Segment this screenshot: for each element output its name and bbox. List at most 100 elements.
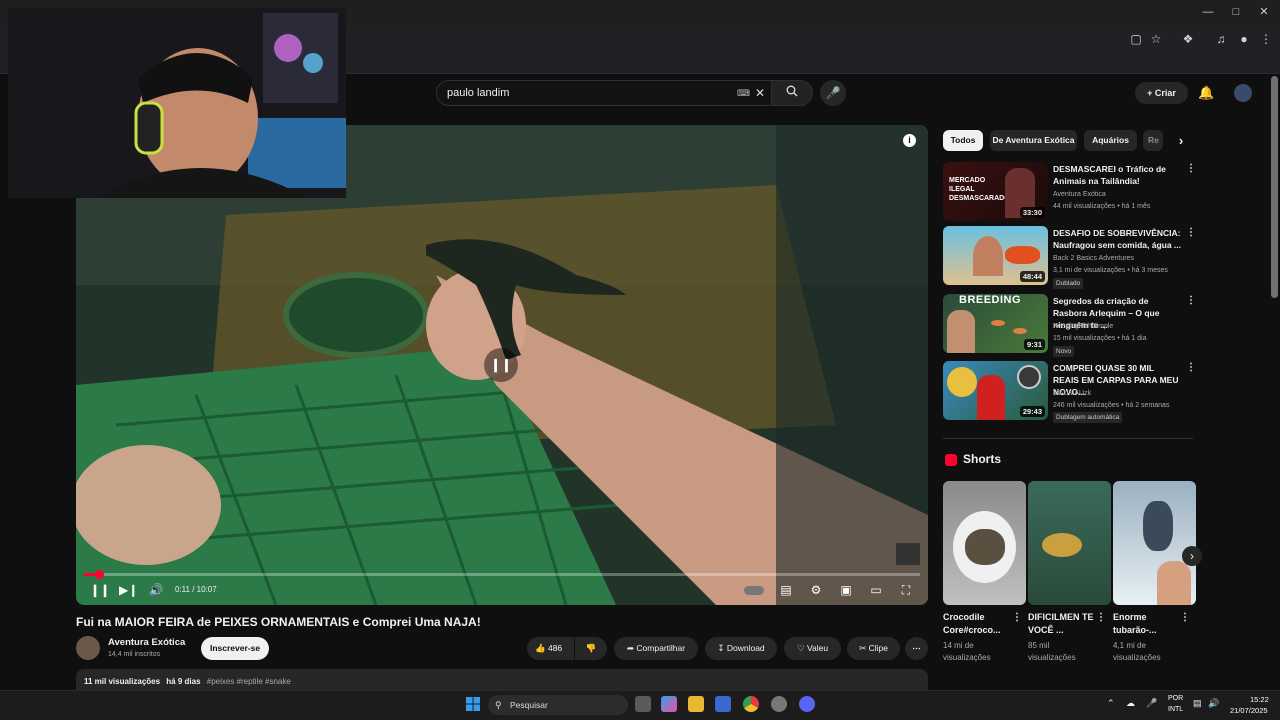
minimize-icon[interactable]: —: [1198, 4, 1218, 20]
channel-name[interactable]: Aventura Exótica: [108, 637, 185, 648]
chip-more[interactable]: Re: [1143, 130, 1163, 151]
clip-button[interactable]: ✂ Clipe: [847, 637, 900, 660]
short-title[interactable]: DIFICILMEN TE VOCÊ ...: [1028, 611, 1096, 637]
recommended-video[interactable]: 29:43 COMPREI QUASE 30 MIL REAIS EM CARP…: [943, 361, 1196, 423]
channel-avatar[interactable]: [76, 636, 100, 660]
volume-icon[interactable]: 🔊: [148, 582, 164, 598]
more-actions-icon[interactable]: ⋯: [905, 637, 928, 660]
keyboard-icon[interactable]: ⌨: [737, 81, 750, 105]
task-view-icon[interactable]: [635, 696, 651, 712]
progress-bar[interactable]: [84, 573, 920, 576]
extensions-icon[interactable]: ❖: [1180, 31, 1196, 47]
maximize-icon[interactable]: □: [1226, 4, 1246, 20]
more-options-icon[interactable]: ⋮: [1186, 227, 1196, 238]
search-button[interactable]: [771, 80, 813, 106]
more-options-icon[interactable]: ⋮: [1186, 163, 1196, 174]
pause-icon[interactable]: ❙❙: [90, 582, 110, 598]
chevron-right-icon[interactable]: ›: [1171, 130, 1191, 151]
recommended-video[interactable]: MERCADO ILEGAL DESMASCARADO 33:30 DESMAS…: [943, 162, 1196, 222]
short-thumbnail[interactable]: [1113, 481, 1196, 605]
chip-all[interactable]: Todos: [943, 130, 983, 151]
close-icon[interactable]: ✕: [1254, 4, 1274, 20]
more-options-icon[interactable]: ⋮: [1012, 612, 1022, 623]
voice-search-button[interactable]: 🎤: [820, 80, 846, 106]
copilot-icon[interactable]: [661, 696, 677, 712]
speaker-icon[interactable]: 🔊: [1208, 698, 1219, 709]
avatar[interactable]: [1234, 84, 1252, 102]
video-title[interactable]: DESAFIO DE SOBREVIVÊNCIA: Naufragou sem …: [1053, 227, 1181, 251]
download-button[interactable]: ↧ Download: [705, 637, 777, 660]
more-options-icon[interactable]: ⋮: [1186, 362, 1196, 373]
video-thumbnail[interactable]: 29:43: [943, 361, 1048, 420]
cloud-icon[interactable]: ☁: [1126, 698, 1135, 709]
video-title[interactable]: DESMASCAREI o Tráfico de Animais na Tail…: [1053, 163, 1181, 187]
clock-date[interactable]: 21/07/2025: [1230, 706, 1268, 715]
chip-aventura-exotica[interactable]: De Aventura Exótica: [990, 130, 1077, 151]
more-options-icon[interactable]: ⋮: [1186, 295, 1196, 306]
like-button[interactable]: 👍 486: [527, 637, 574, 660]
fullscreen-icon[interactable]: ⛶: [898, 582, 914, 598]
clock-time[interactable]: 15:22: [1250, 695, 1269, 704]
subtitles-icon[interactable]: ▤: [778, 582, 794, 598]
thumbnail-fish: [1042, 533, 1082, 557]
windows-start-icon[interactable]: [466, 697, 480, 711]
miniplayer-icon[interactable]: ▣: [838, 582, 854, 598]
channel-name[interactable]: MAUMAUzk: [1053, 388, 1091, 399]
bookmark-star-icon[interactable]: ☆: [1148, 31, 1164, 47]
thumbnail-lobster: [1005, 246, 1040, 264]
short-thumbnail[interactable]: [943, 481, 1026, 605]
taskbar-search-label: Pesquisar: [510, 700, 548, 710]
video-thumbnail[interactable]: MERCADO ILEGAL DESMASCARADO 33:30: [943, 162, 1048, 221]
settings-gear-icon[interactable]: ⚙: [808, 582, 824, 598]
dislike-button[interactable]: 👎: [575, 637, 607, 660]
theater-mode-icon[interactable]: ▭: [868, 582, 884, 598]
search-input[interactable]: paulo landim ⌨ ✕: [436, 80, 772, 106]
progress-scrubber[interactable]: [95, 570, 104, 579]
microphone-icon[interactable]: 🎤: [1146, 698, 1157, 709]
discord-icon[interactable]: [799, 696, 815, 712]
info-icon[interactable]: i: [903, 134, 916, 147]
recommended-video[interactable]: 48:44 DESAFIO DE SOBREVIVÊNCIA: Naufrago…: [943, 226, 1196, 289]
network-icon[interactable]: ▤: [1193, 698, 1202, 709]
more-options-icon[interactable]: ⋮: [1180, 612, 1190, 623]
video-meta: 246 mil visualizações • há 2 semanas: [1053, 402, 1170, 409]
media-control-icon[interactable]: ♫: [1213, 31, 1229, 47]
install-app-icon[interactable]: ▢: [1128, 31, 1144, 47]
search-query: paulo landim: [447, 87, 510, 99]
thanks-button[interactable]: ♡ Valeu: [784, 637, 841, 660]
tray-chevron-icon[interactable]: ⌃: [1107, 698, 1115, 709]
chip-aquarios[interactable]: Aquários: [1084, 130, 1137, 151]
shorts-next-icon[interactable]: ›: [1182, 546, 1202, 566]
channel-name[interactable]: Aventura Exótica: [1053, 189, 1106, 200]
short-title[interactable]: Crocodile Core#croco...: [943, 611, 1011, 637]
channel-name[interactable]: Back 2 Basics Adventures: [1053, 253, 1134, 264]
keyboard-layout[interactable]: INTL: [1168, 706, 1183, 713]
short-title[interactable]: Enorme tubarão-...: [1113, 611, 1181, 637]
profile-icon[interactable]: ●: [1236, 31, 1252, 47]
keyboard-language[interactable]: POR: [1168, 695, 1183, 702]
center-pause-icon[interactable]: ❙❙: [484, 348, 518, 382]
video-thumbnail[interactable]: 48:44: [943, 226, 1048, 285]
channel-name[interactable]: KeepingFishSimple: [1053, 321, 1113, 332]
browser-menu-icon[interactable]: ⋮: [1258, 31, 1274, 47]
divider: [943, 438, 1193, 439]
more-options-icon[interactable]: ⋮: [1096, 612, 1106, 623]
next-video-icon[interactable]: ▶❙: [119, 582, 138, 598]
chrome-icon[interactable]: [743, 696, 759, 712]
subscribe-button[interactable]: Inscrever-se: [201, 637, 269, 660]
obs-icon[interactable]: [771, 696, 787, 712]
taskbar-search[interactable]: ⚲ Pesquisar: [488, 695, 628, 715]
recommended-video[interactable]: BREEDING 9:31 Segredos da criação de Ras…: [943, 294, 1196, 357]
clear-search-icon[interactable]: ✕: [755, 81, 765, 105]
autoplay-toggle[interactable]: [744, 586, 764, 595]
store-icon[interactable]: [715, 696, 731, 712]
short-thumbnail[interactable]: [1028, 481, 1111, 605]
create-button[interactable]: + Criar: [1135, 82, 1188, 104]
notifications-bell-icon[interactable]: 🔔: [1198, 85, 1214, 101]
thumbnail-coin: [947, 367, 977, 397]
microphone-icon: 🎤: [825, 86, 841, 100]
page-scrollbar[interactable]: [1271, 76, 1278, 298]
video-thumbnail[interactable]: BREEDING 9:31: [943, 294, 1048, 353]
share-button[interactable]: ➦ Compartilhar: [614, 637, 698, 660]
file-explorer-icon[interactable]: [688, 696, 704, 712]
